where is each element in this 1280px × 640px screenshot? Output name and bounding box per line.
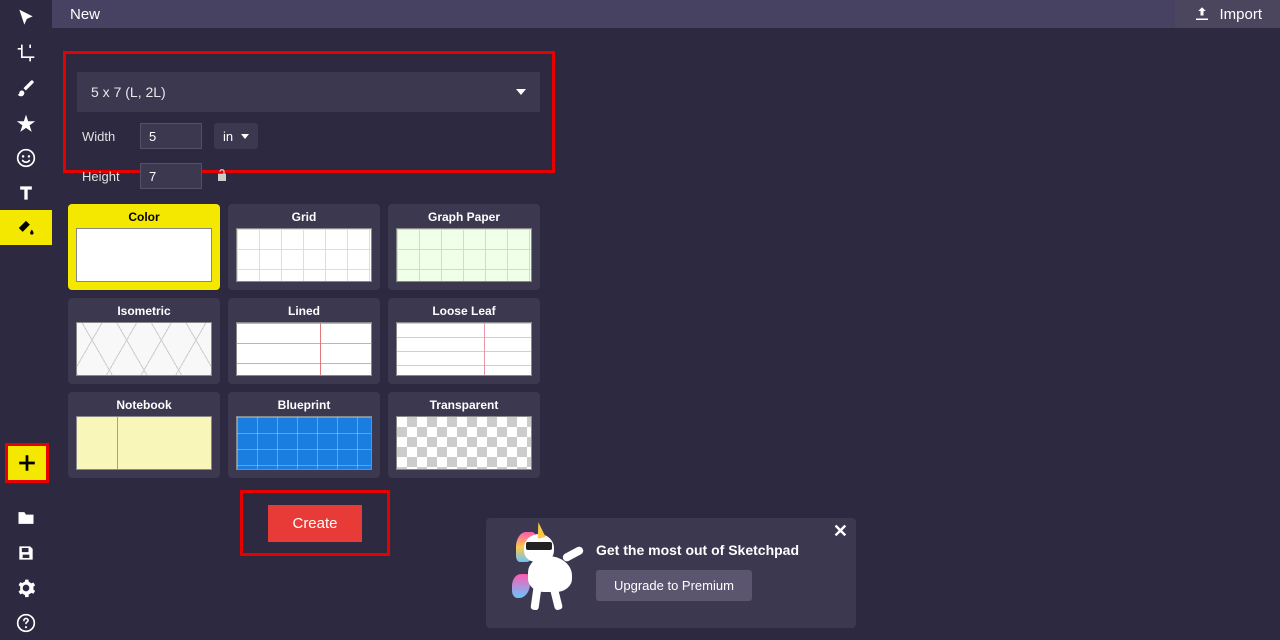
tab-new[interactable]: New (52, 0, 118, 28)
close-button[interactable]: ✕ (833, 522, 848, 540)
import-button[interactable]: Import (1175, 0, 1280, 28)
save-button[interactable] (0, 535, 52, 570)
pointer-icon (16, 8, 36, 28)
width-row: Width in (82, 123, 542, 149)
gear-icon (16, 578, 36, 598)
background-card-grid: Color Grid Graph Paper Isometric Lined L… (68, 204, 540, 478)
card-graph-paper-preview (396, 228, 532, 282)
card-graph-paper-title: Graph Paper (428, 210, 500, 224)
upload-icon (1193, 5, 1211, 23)
card-transparent-preview (396, 416, 532, 470)
preset-label: 5 x 7 (L, 2L) (91, 84, 166, 100)
card-loose-leaf-preview (396, 322, 532, 376)
highlight-create-box: Create (240, 490, 390, 556)
card-notebook-title: Notebook (116, 398, 171, 412)
card-color[interactable]: Color (68, 204, 220, 290)
card-lined-title: Lined (288, 304, 320, 318)
crop-icon (16, 43, 36, 63)
tab-new-label: New (70, 6, 100, 23)
help-icon (16, 613, 36, 633)
text-tool[interactable] (0, 175, 52, 210)
import-label: Import (1219, 6, 1262, 23)
unit-select[interactable]: in (214, 123, 258, 149)
unit-label: in (223, 129, 233, 144)
card-lined[interactable]: Lined (228, 298, 380, 384)
preset-select[interactable]: 5 x 7 (L, 2L) (77, 72, 540, 112)
crop-tool[interactable] (0, 35, 52, 70)
text-icon (16, 183, 36, 203)
card-grid-preview (236, 228, 372, 282)
pointer-tool[interactable] (0, 0, 52, 35)
star-icon (16, 113, 36, 133)
upgrade-button[interactable]: Upgrade to Premium (596, 570, 752, 601)
create-button[interactable]: Create (268, 505, 361, 542)
card-transparent[interactable]: Transparent (388, 392, 540, 478)
fill-icon (16, 218, 36, 238)
fill-tool[interactable] (0, 210, 52, 245)
card-lined-preview (236, 322, 372, 376)
card-grid-title: Grid (292, 210, 317, 224)
brush-tool[interactable] (0, 70, 52, 105)
card-blueprint-preview (236, 416, 372, 470)
popup-title: Get the most out of Sketchpad (596, 542, 838, 558)
help-button[interactable] (0, 605, 52, 640)
folder-button[interactable] (0, 500, 52, 535)
highlight-preset-box (63, 51, 555, 173)
card-graph-paper[interactable]: Graph Paper (388, 204, 540, 290)
unlock-icon (214, 167, 230, 183)
card-isometric-title: Isometric (117, 304, 170, 318)
card-loose-leaf[interactable]: Loose Leaf (388, 298, 540, 384)
toolbar-left (0, 0, 52, 640)
width-label: Width (82, 129, 128, 144)
star-tool[interactable] (0, 105, 52, 140)
plus-icon (16, 452, 38, 474)
card-isometric[interactable]: Isometric (68, 298, 220, 384)
card-isometric-preview (76, 322, 212, 376)
height-row: Height (82, 163, 542, 189)
close-icon: ✕ (833, 521, 848, 541)
card-blueprint[interactable]: Blueprint (228, 392, 380, 478)
lock-toggle[interactable] (214, 167, 230, 186)
card-color-title: Color (128, 210, 159, 224)
height-input[interactable] (140, 163, 202, 189)
card-notebook-preview (76, 416, 212, 470)
width-input[interactable] (140, 123, 202, 149)
card-grid[interactable]: Grid (228, 204, 380, 290)
face-tool[interactable] (0, 140, 52, 175)
height-label: Height (82, 169, 128, 184)
unicorn-graphic (506, 524, 590, 620)
card-blueprint-title: Blueprint (278, 398, 331, 412)
card-loose-leaf-title: Loose Leaf (432, 304, 495, 318)
premium-popup: ✕ Get the most out of Sketchpad Upgrade … (486, 518, 856, 628)
card-transparent-title: Transparent (430, 398, 499, 412)
header-bar: New Import (52, 0, 1280, 28)
face-icon (16, 148, 36, 168)
chevron-down-icon (516, 89, 526, 95)
brush-icon (16, 78, 36, 98)
chevron-down-icon (241, 134, 249, 139)
folder-icon (16, 508, 36, 528)
save-icon (16, 543, 36, 563)
main-panel: 5 x 7 (L, 2L) Width in Height Color Grid… (52, 28, 1280, 640)
settings-button[interactable] (0, 570, 52, 605)
new-document-button[interactable] (5, 443, 49, 483)
card-color-preview (76, 228, 212, 282)
card-notebook[interactable]: Notebook (68, 392, 220, 478)
